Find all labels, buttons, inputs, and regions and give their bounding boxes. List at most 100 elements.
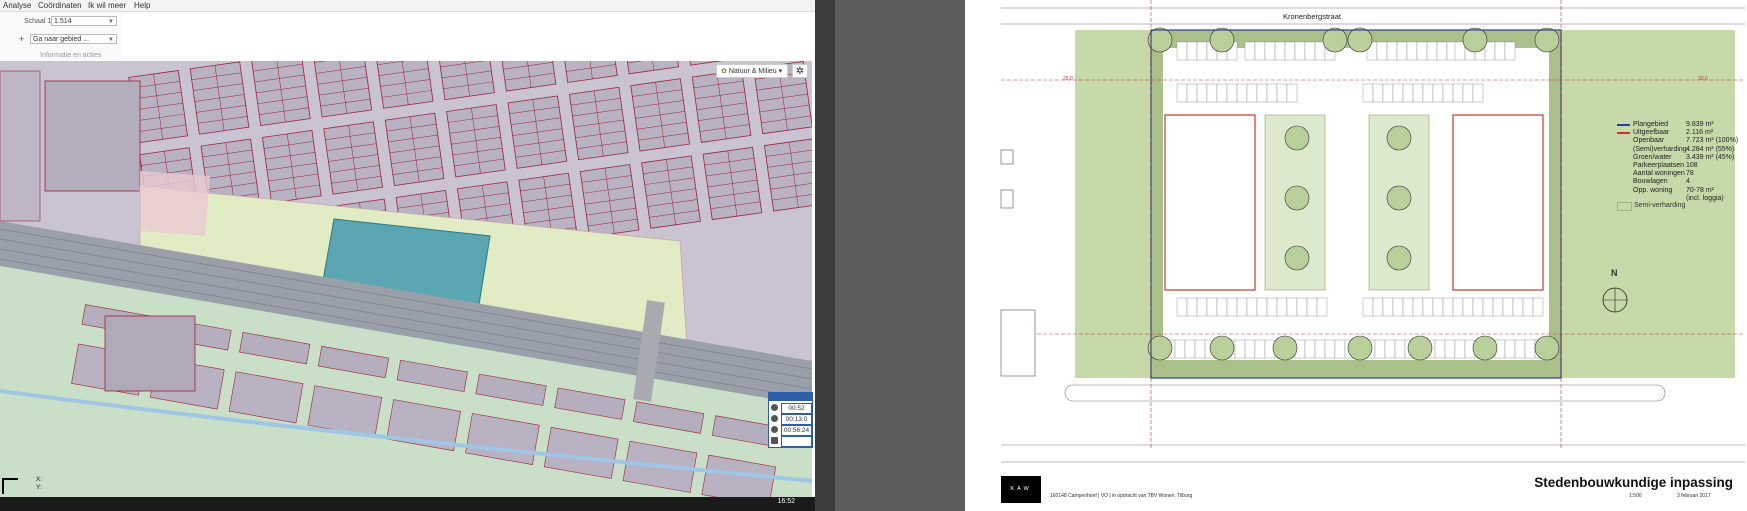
parking-stall: [1244, 339, 1256, 359]
tree: [1284, 185, 1310, 211]
parking-stall: [1524, 339, 1536, 359]
parking-stall: [1196, 297, 1208, 317]
city-block: [251, 61, 311, 126]
plus-icon[interactable]: +: [19, 34, 24, 44]
parking-stall: [1376, 41, 1388, 61]
parking-stall: [1304, 41, 1316, 61]
parking-stall: [1226, 83, 1238, 103]
legend-value: (incl. loggia): [1686, 194, 1724, 202]
parking-stall: [1286, 83, 1298, 103]
parking-stall: [1522, 297, 1534, 317]
legend-key: Uitgeefbaar: [1633, 129, 1670, 137]
parking-stall: [1436, 41, 1448, 61]
timer-widget: 00:52 00:13:0 00:56:24: [768, 392, 813, 448]
tree: [1347, 27, 1373, 53]
parking-stall: [1196, 41, 1208, 61]
parking-stall: [1362, 297, 1374, 317]
legend-key: (Semi)verharding: [1633, 145, 1687, 153]
scale-select[interactable]: 1.514 ▼: [51, 16, 117, 26]
timer-input[interactable]: [781, 436, 812, 447]
parking-stall: [1444, 339, 1456, 359]
parking-stall: [1504, 339, 1516, 359]
tree: [1347, 335, 1373, 361]
parking-stall: [1502, 297, 1514, 317]
timer-row: 00:52: [771, 403, 812, 414]
legend-value: 78: [1686, 170, 1694, 178]
legend-value: 108: [1686, 161, 1698, 169]
parking-stall: [1236, 297, 1248, 317]
parking-stall: [1392, 297, 1404, 317]
scale-corner-marker: [2, 478, 18, 494]
parking-stall: [1264, 41, 1276, 61]
north-label: N: [1611, 268, 1618, 278]
parking-stall: [1244, 41, 1256, 61]
legend-value: 70-78 m²: [1686, 186, 1715, 194]
parking-stall: [1394, 339, 1406, 359]
project-info: 160148 Campenhoef | VO | in opdracht van…: [1050, 493, 1193, 499]
menu-ik-wil-meer[interactable]: Ik wil meer: [88, 0, 126, 11]
parking-stall: [1362, 83, 1374, 103]
parking-stall: [1382, 83, 1394, 103]
chevron-down-icon: ▼: [108, 37, 114, 43]
parking-stall: [1432, 83, 1444, 103]
parking-stall: [1432, 297, 1444, 317]
timer-row: [771, 436, 812, 447]
parking-stall: [1372, 83, 1384, 103]
info-actions-label[interactable]: Informatie en acties: [40, 52, 101, 59]
legend-key: Openbaar: [1633, 137, 1665, 145]
building-west: [1164, 114, 1256, 291]
plan-document: Kronenbergstraat 25.0 30.0 Plangebied 9.8…: [965, 0, 1747, 511]
menu-coordinaten[interactable]: Coördinaten: [38, 0, 82, 11]
parking-stall: [1194, 339, 1206, 359]
parking-stall: [1236, 83, 1248, 103]
legend-row: Aantal woningen 78: [1617, 170, 1742, 178]
theme-selector-button[interactable]: ✿ Natuur & Milieu ▾: [716, 64, 788, 78]
legend-row: Groen/water 3.439 m² (45%): [1617, 154, 1742, 162]
parking-stall: [1532, 297, 1544, 317]
legend-value: 4: [1686, 178, 1690, 186]
tree: [1534, 27, 1560, 53]
parking-stall: [1184, 339, 1196, 359]
tree: [1386, 245, 1412, 271]
viewer-side-strip: ◈: [815, 0, 1644, 511]
plan-legend: Plangebied 9.839 m² Uitgeefbaar 2.116 m² Ope…: [1617, 121, 1742, 203]
parking-stall: [1442, 83, 1454, 103]
parking-stall: [1266, 297, 1278, 317]
legend-row: Opp. woning 70-78 m²: [1617, 187, 1742, 195]
map-graphics: [0, 61, 812, 497]
plan-drawing: [965, 0, 1747, 511]
goto-area-select[interactable]: Ga naar gebied ... ▼: [30, 34, 117, 44]
legend-key: Opp. woning: [1633, 186, 1673, 194]
parking-stall: [1462, 83, 1474, 103]
tools-wheel-icon[interactable]: ✲: [792, 64, 808, 78]
parking-stall: [1386, 41, 1398, 61]
parking-stall: [1472, 83, 1484, 103]
gis-viewer-window: Analyse Coördinaten Ik wil meer Help Sch…: [0, 0, 815, 511]
legend-value: 2.116 m²: [1686, 129, 1714, 137]
tree: [1386, 185, 1412, 211]
parking-stall: [1176, 41, 1188, 61]
parking-stall: [1392, 83, 1404, 103]
parking-stall: [1274, 41, 1286, 61]
tree: [1322, 27, 1348, 53]
coordinate-readout: X: Y:: [36, 476, 42, 492]
scale-label: Schaal 1:: [24, 18, 54, 25]
kaw-logo: KAW: [1001, 476, 1041, 503]
legend-key: Aantal woningen: [1633, 170, 1685, 178]
parking-stall: [1442, 297, 1454, 317]
side-plot: [1000, 309, 1036, 377]
menu-analyse[interactable]: Analyse: [3, 0, 31, 11]
parking-stall: [1512, 297, 1524, 317]
legend-row: Uitgeefbaar 2.116 m²: [1617, 129, 1742, 137]
tree: [1407, 335, 1433, 361]
parking-stall: [1186, 297, 1198, 317]
menu-help[interactable]: Help: [134, 0, 150, 11]
parking-stall: [1284, 41, 1296, 61]
parking-stall: [1484, 41, 1496, 61]
parking-stall: [1316, 297, 1328, 317]
map-canvas[interactable]: [0, 61, 812, 497]
timer-row: 00:56:24: [771, 425, 812, 436]
parking-stall: [1472, 297, 1484, 317]
parking-stall: [1426, 41, 1438, 61]
parking-stall: [1294, 41, 1306, 61]
